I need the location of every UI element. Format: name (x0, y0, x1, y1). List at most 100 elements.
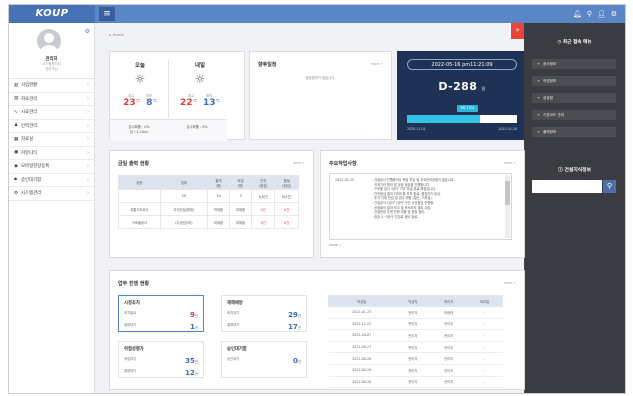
recent-menu-item[interactable]: ⚭ 작업정보 (532, 76, 616, 86)
bell-icon[interactable]: 🔔︎ (573, 8, 582, 20)
note-scrollbar[interactable] (505, 175, 510, 238)
attendance-more-link[interactable]: more + (293, 161, 305, 165)
table-cell: 0건 (250, 215, 276, 229)
table-cell: 관리자 (394, 318, 431, 331)
link-icon: ⚭ (537, 62, 541, 66)
table-cell: (주)한양(하) (159, 215, 209, 229)
table-row[interactable]: 2021-08-28 관리자 관리자 - (328, 376, 503, 389)
table-cell: 관리자 (430, 329, 467, 342)
hamburger-icon[interactable]: ≡ (99, 7, 115, 21)
main-tasks-textbox[interactable]: 2022-05-15 - 건설공사 진행중이나 현장 투입 및 주요관리공정이 … (329, 173, 512, 240)
table-cell: 관리자 (430, 352, 467, 365)
progress-count: 29 (288, 311, 298, 319)
progress-box-title: 재해예방 (227, 301, 243, 306)
table-cell: 관리자 (394, 364, 431, 377)
table-row[interactable]: 2022-01-23 관리자 박현태 - (328, 306, 503, 319)
table-row[interactable]: 29 10 3 1(8건) 0(4건) (118, 189, 299, 203)
sidebar-item-4[interactable]: ▦ 자료실 › (9, 133, 94, 147)
table-cell: 2021-08-28 (328, 352, 395, 365)
chevron-right-icon: › (87, 122, 89, 129)
sidebar-item-label: 사업현황 (21, 83, 38, 89)
schedule-title: 향후일정 (258, 62, 277, 68)
progress-count: 12 (185, 369, 195, 377)
table-row[interactable]: 2021-12-22 관리자 관리자 - (328, 318, 503, 331)
start-date: 2020-11-01 (407, 127, 426, 131)
table-row[interactable]: 2021-08-27 관리자 관리자 - (328, 341, 503, 354)
main-tasks-more-link[interactable]: more + (504, 161, 516, 165)
recent-menu-item[interactable]: ⚭ 공사정보 (532, 59, 616, 69)
progress-row[interactable]: 승인대기 0건 (227, 356, 301, 365)
table-cell (118, 189, 161, 203)
table-row[interactable]: 2021-08-28 관리자 관리자 - (328, 364, 503, 377)
schedule-more-link[interactable]: more + (371, 62, 383, 66)
user-icon[interactable]: 👤︎ (597, 8, 606, 20)
progress-row[interactable]: 조치대기 29건 (227, 310, 301, 319)
table-header: 처리자 (430, 295, 468, 307)
weather-today: 오늘 ☼ 최고 최저 23℃ 8℃ (123, 63, 157, 108)
progress-row[interactable]: 결재대기 12건 (124, 368, 198, 377)
progress-box[interactable]: 시정조치 조치필요 9건 결재대기 1건 (118, 295, 204, 332)
table-cell: - (466, 306, 503, 319)
app-logo[interactable]: KOUP (9, 5, 95, 23)
table-row[interactable]: 구조물공사 (주)한양(하) 미제출 미제출 0건 0건 (118, 215, 299, 229)
search-icon[interactable]: ⚲ (603, 180, 616, 193)
progress-row[interactable]: 작성대기 35건 (124, 356, 198, 365)
table-cell: 2021-12-22 (328, 318, 395, 331)
chevron-right-icon: › (87, 149, 89, 156)
progress-percent: 66.15% (457, 105, 478, 112)
collapse-panel-button[interactable]: » (511, 23, 524, 39)
table-row[interactable]: 2021-08-28 관리자 관리자 - (328, 352, 503, 365)
chevron-right-icon: › (87, 136, 89, 143)
table-cell: 2022-01-23 (328, 306, 395, 319)
breadcrumb[interactable]: ⌂ Home (109, 32, 124, 37)
progress-row[interactable]: 조치필요 9건 (124, 310, 198, 319)
table-row[interactable]: 2021-09-07 관리자 관리자 - (328, 329, 503, 342)
sidebar-item-label: 커뮤니티 (21, 150, 38, 156)
table-cell: 관리자 (430, 318, 467, 331)
chevron-right-icon: › (87, 82, 89, 89)
mobile-icon: ◉ (14, 163, 18, 169)
progress-row[interactable]: 결재대기 17건 (227, 322, 301, 331)
table-cell: 미제출 (207, 215, 231, 229)
sidebar-item-3[interactable]: ♟ 인력관리 › (9, 120, 94, 133)
table-row[interactable]: 공통기초공사 우석건설(원청) 미제출 미제출 0건 0건 (118, 202, 299, 216)
sidebar-item-0[interactable]: ▥ 사업현황 › (9, 79, 94, 93)
recent-menu-item[interactable]: ⚭ 공유함 (532, 93, 616, 103)
knowledge-search-input[interactable] (532, 180, 602, 193)
link-icon: ⚭ (537, 79, 541, 83)
chevron-right-icon: › (87, 176, 89, 183)
top-bar: KOUP ≡ 🔔︎ ⚲ 👤︎ ⚙ (9, 5, 625, 23)
settings-icon[interactable]: ⚙ (611, 8, 617, 20)
sidebar-item-6[interactable]: ◉ 모바일현장등록 › (9, 160, 94, 174)
progress-row[interactable]: 결재대기 1건 (124, 322, 198, 331)
chevron-right-icon: › (87, 109, 89, 116)
sidebar-item-label: 시스템관리 (21, 191, 42, 197)
sidebar-item-8[interactable]: ⚙ 시스템관리 › (9, 187, 94, 201)
recent-menu-item[interactable]: ⚭ 기본코드 관리 (532, 110, 616, 120)
left-sidebar: ⚙ 관리자 시스템관리자 관리자님 ▥ 사업현황 › ▤ 자료관리 › ∿ 시료관리 › ♟ 인력관… (9, 23, 95, 393)
sidebar-item-5[interactable]: ▣ 커뮤니티 › (9, 147, 94, 160)
progress-box[interactable]: 재해예방조치대기 29건결재대기 17건 (221, 295, 307, 332)
sidebar-item-7[interactable]: ▪ 승인대기함 › (9, 174, 94, 187)
note-footer[interactable]: MORE + (329, 243, 341, 247)
recent-menu-item[interactable]: ⚭ 출력정보 (532, 127, 616, 137)
table-cell: 2021-09-07 (328, 329, 395, 342)
sidebar-item-label: 시료관리 (21, 110, 38, 116)
avatar (37, 29, 61, 53)
work-progress-title: 업무 진행 현황 (118, 281, 150, 287)
profile-settings-icon[interactable]: ⚙ (85, 28, 90, 35)
info-icon: ⓘ (558, 168, 563, 173)
work-progress-more-link[interactable]: more + (504, 281, 516, 285)
location-icon[interactable]: ⚲ (587, 8, 592, 20)
table-header: 공종 (118, 175, 161, 190)
sidebar-item-2[interactable]: ∿ 시료관리 › (9, 106, 94, 120)
table-cell: 2021-08-27 (328, 341, 395, 354)
main-tasks-card: 주요작업사항 more + 2022-05-15 - 건설공사 진행중이나 현장… (320, 150, 525, 258)
table-cell: 0(4건) (274, 189, 299, 203)
table-cell: 10 (207, 189, 231, 203)
table-cell: 1(8건) (250, 189, 276, 203)
progress-box[interactable]: 위험성평가 작성대기 35건 결재대기 12건 (118, 341, 204, 378)
progress-box[interactable]: 승인대기함 승인대기 0건 (221, 341, 307, 378)
weather-card: 오늘 ☼ 최고 최저 23℃ 8℃ 내일 ☼ 최고 최저 22℃ 13℃ 강수확률 … (109, 51, 245, 141)
sidebar-item-1[interactable]: ▤ 자료관리 › (9, 93, 94, 106)
